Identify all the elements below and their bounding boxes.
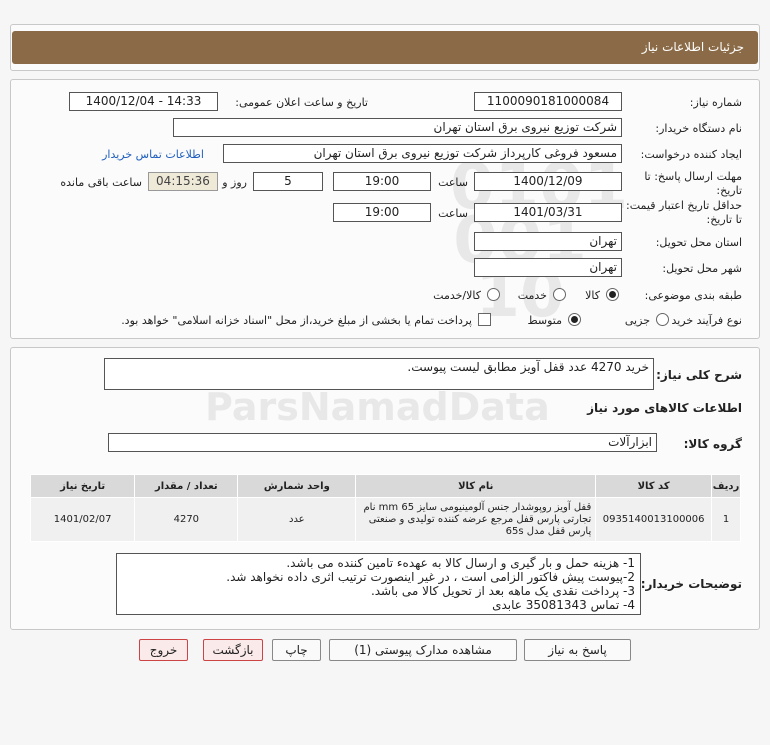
province-label: استان محل تحویل:	[655, 236, 742, 249]
deadline-time-field: 19:00	[333, 172, 431, 191]
category-option-service: خدمت	[517, 289, 547, 302]
category-radio-goods-service[interactable]	[487, 288, 500, 301]
back-button[interactable]: بازگشت	[203, 639, 263, 661]
remaining-time-field: 04:15:36	[148, 172, 218, 191]
note-line: 4- تماس 35081343 عابدی	[492, 598, 635, 612]
buyer-org-field: شرکت توزیع نیروی برق استان تهران	[173, 118, 622, 137]
process-option-minor: جزیی	[624, 314, 650, 327]
cell-code: 0935140013100006	[595, 497, 712, 542]
exit-button[interactable]: خروج	[139, 639, 188, 661]
col-row: ردیف	[711, 474, 741, 498]
contact-buyer-link[interactable]: اطلاعات تماس خریدار	[102, 148, 204, 161]
cell-qty: 4270	[134, 497, 239, 542]
days-label: روز و	[222, 176, 247, 189]
table-row: 1 0935140013100006 قفل آویز روپوشدار جنس…	[29, 497, 741, 542]
col-qty: تعداد / مقدار	[134, 474, 239, 498]
validity-time-field: 19:00	[333, 203, 431, 222]
note-line: 1- هزینه حمل و بار گیری و ارسال کالا به …	[286, 556, 635, 570]
need-number-label: شماره نیاز:	[689, 96, 742, 109]
category-option-goods: کالا	[585, 289, 600, 302]
note-line: 3- پرداخت نقدی یک ماهه بعد از تحویل کالا…	[370, 584, 635, 598]
validity-time-label: ساعت	[438, 207, 468, 220]
process-option-medium: متوسط	[527, 314, 562, 327]
city-label: شهر محل تحویل:	[662, 262, 742, 275]
city-field: تهران	[474, 258, 622, 277]
process-radio-medium[interactable]	[568, 313, 581, 326]
process-label: نوع فرآیند خرید :	[664, 314, 742, 327]
note-line: 2-پیوست پیش فاکتور الزامی است ، در غیر ا…	[226, 570, 635, 584]
buyer-org-label: نام دستگاه خریدار:	[655, 122, 742, 135]
announce-label: تاریخ و ساعت اعلان عمومی:	[235, 96, 368, 109]
treasury-payment-checkbox[interactable]	[478, 313, 491, 326]
payment-note: پرداخت تمام یا بخشی از مبلغ خرید،از محل …	[121, 314, 472, 327]
cell-unit: عدد	[237, 497, 357, 542]
deadline-date-field: 1400/12/09	[474, 172, 622, 191]
reply-button[interactable]: پاسخ به نیاز	[524, 639, 631, 661]
col-unit: واحد شمارش	[237, 474, 357, 498]
notes-field: 1- هزینه حمل و بار گیری و ارسال کالا به …	[116, 553, 641, 615]
notes-label: توضیحات خریدار:	[640, 577, 742, 591]
category-radio-goods[interactable]	[606, 288, 619, 301]
cell-date: 1401/02/07	[29, 497, 136, 542]
need-number-field: 1100090181000084	[474, 92, 622, 111]
process-radio-minor[interactable]	[656, 313, 669, 326]
province-field: تهران	[474, 232, 622, 251]
deadline-time-label: ساعت	[438, 176, 468, 189]
view-attachments-button[interactable]: مشاهده مدارک پیوستی (1)	[329, 639, 517, 661]
summary-label: شرح کلی نیاز:	[656, 368, 742, 382]
category-label: طبقه بندی موضوعی:	[644, 289, 742, 302]
summary-field: خرید 4270 عدد قفل آویز مطابق لیست پیوست.	[104, 358, 654, 390]
validity-date-field: 1401/03/31	[474, 203, 622, 222]
goods-group-label: گروه کالا:	[683, 437, 742, 451]
col-date: تاریخ نیاز	[29, 474, 136, 498]
requester-label: ایجاد کننده درخواست:	[640, 148, 742, 161]
category-radio-service[interactable]	[553, 288, 566, 301]
goods-group-field: ابزارآلات	[108, 433, 657, 452]
requester-field: مسعود فروغی کارپرداز شرکت توزیع نیروی بر…	[223, 144, 622, 163]
cell-row: 1	[711, 497, 741, 542]
page-title: جزئیات اطلاعات نیاز	[12, 31, 758, 64]
days-field: 5	[253, 172, 323, 191]
deadline-label: مهلت ارسال پاسخ: تا تاریخ:	[644, 170, 742, 197]
announce-field: 1400/12/04 - 14:33	[69, 92, 218, 111]
goods-section-title: اطلاعات کالاهای مورد نیاز	[587, 401, 742, 415]
validity-label: حداقل تاریخ اعتبار قیمت: تا تاریخ:	[626, 199, 742, 226]
goods-table-header: ردیف کد کالا نام کالا واحد شمارش تعداد /…	[29, 474, 741, 498]
remaining-label: ساعت باقی مانده	[60, 176, 142, 189]
col-code: کد کالا	[595, 474, 712, 498]
col-name: نام کالا	[355, 474, 597, 498]
cell-name: قفل آویز روپوشدار جنس آلومینیومی سایز 65…	[355, 497, 597, 542]
goods-table: ردیف کد کالا نام کالا واحد شمارش تعداد /…	[29, 474, 741, 542]
category-option-goods-service: کالا/خدمت	[433, 289, 481, 302]
print-button[interactable]: چاپ	[272, 639, 321, 661]
